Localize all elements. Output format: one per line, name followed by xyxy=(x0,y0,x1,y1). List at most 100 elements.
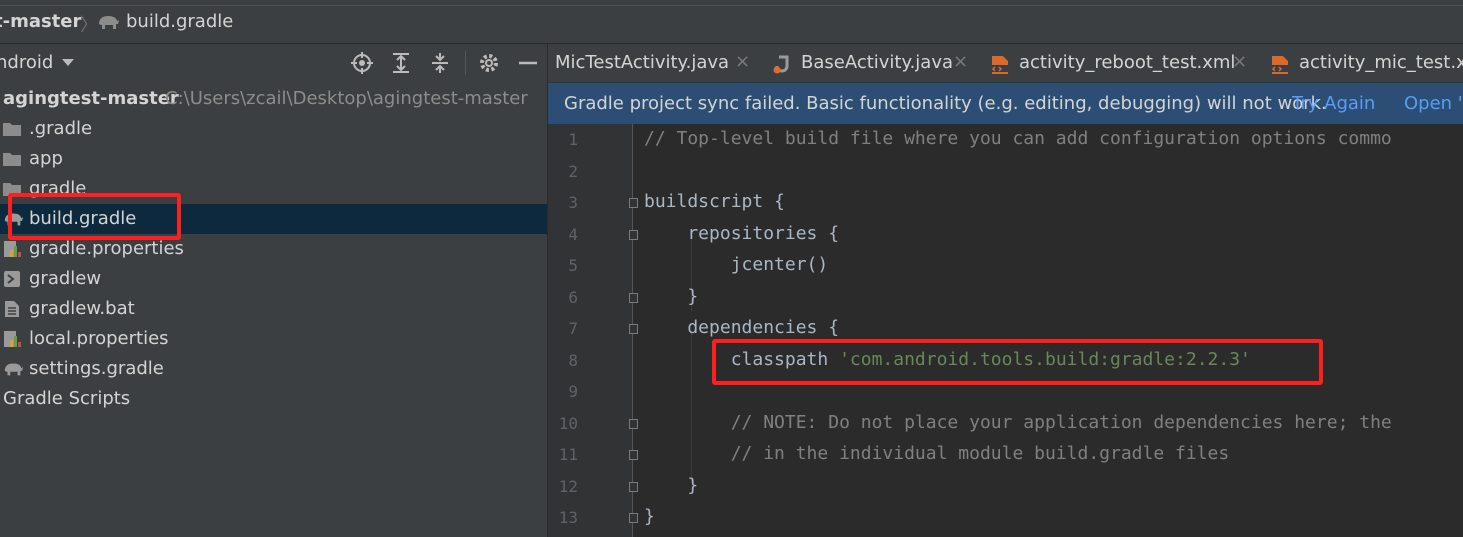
code-text: } xyxy=(644,474,699,496)
code-line: // NOTE: Do not place your application d… xyxy=(644,412,1392,433)
code-line: jcenter() xyxy=(644,254,829,275)
fold-marker-icon[interactable] xyxy=(629,198,638,208)
fold-marker-icon[interactable] xyxy=(629,324,638,334)
code-line: // in the individual module build.gradle… xyxy=(644,443,1230,464)
chevron-down-icon[interactable] xyxy=(62,59,74,66)
expand-all-icon[interactable] xyxy=(389,51,413,75)
highlight-box-classpath xyxy=(712,339,1323,385)
script-file-icon xyxy=(2,270,22,288)
divider xyxy=(0,5,1463,6)
editor-area: MicTestActivity.java × BaseActivity.java… xyxy=(548,44,1463,537)
editor-tabs: MicTestActivity.java × BaseActivity.java… xyxy=(548,44,1463,83)
project-panel-header: ndroid xyxy=(0,44,547,82)
project-view-selector[interactable]: ndroid xyxy=(0,52,53,73)
line-number: 5 xyxy=(568,256,578,275)
line-number: 10 xyxy=(558,413,578,433)
code-line: } xyxy=(644,506,655,527)
tab-label: activity_mic_test.xm xyxy=(1299,52,1463,73)
breadcrumb-file[interactable]: build.gradle xyxy=(126,11,233,32)
gradle-elephant-icon xyxy=(96,13,120,35)
code-text: } xyxy=(644,285,699,307)
tree-item-label: gradlew.bat xyxy=(29,298,135,319)
navigation-bar: t-master 〉 build.gradle xyxy=(0,0,1463,44)
fold-marker-icon[interactable] xyxy=(629,418,638,429)
try-again-link[interactable]: Try Again xyxy=(1292,93,1375,114)
code-text: // Top-level build file where you can ad… xyxy=(644,128,1392,149)
tab-mic-test-activity[interactable]: MicTestActivity.java × xyxy=(548,44,758,82)
tree-item-dot-gradle[interactable]: .gradle xyxy=(0,114,547,144)
code-line: dependencies { xyxy=(644,317,839,338)
tree-item-label: app xyxy=(29,148,63,169)
line-number: 2 xyxy=(568,161,578,181)
tab-label: MicTestActivity.java xyxy=(555,52,730,73)
tree-item-app[interactable]: app xyxy=(0,144,547,174)
breadcrumb-project[interactable]: t-master xyxy=(0,11,81,32)
project-name: agingtest-master xyxy=(3,88,179,109)
xml-file-icon xyxy=(989,54,1011,80)
tree-item-settings-gradle[interactable]: settings.gradle xyxy=(0,354,547,384)
folder-icon xyxy=(2,120,22,138)
highlight-box-build-gradle xyxy=(8,193,181,240)
tab-base-activity[interactable]: BaseActivity.java × xyxy=(768,44,973,82)
minimize-icon[interactable] xyxy=(516,51,540,75)
xml-file-icon xyxy=(1269,54,1291,80)
code-text: // in the individual module build.gradle… xyxy=(644,443,1230,464)
code-line: // Top-level build file where you can ad… xyxy=(644,128,1392,149)
line-number: 1 xyxy=(568,130,578,149)
line-number: 3 xyxy=(568,193,578,212)
tree-item-gradlew[interactable]: gradlew xyxy=(0,264,547,294)
collapse-all-icon[interactable] xyxy=(428,51,452,75)
code-text: } xyxy=(644,506,655,527)
code-line: repositories { xyxy=(644,223,839,244)
fold-marker-icon[interactable] xyxy=(629,450,638,460)
text-file-icon xyxy=(2,300,22,318)
open-link[interactable]: Open ' xyxy=(1404,93,1463,114)
close-icon[interactable]: × xyxy=(953,51,968,72)
code-text: buildscript { xyxy=(644,191,785,212)
java-file-icon xyxy=(772,54,792,78)
line-number: 4 xyxy=(568,224,578,244)
properties-file-icon xyxy=(2,330,22,348)
line-number: 12 xyxy=(558,476,578,496)
tree-item-gradlew-bat[interactable]: gradlew.bat xyxy=(0,294,547,324)
close-icon[interactable]: × xyxy=(735,51,750,72)
tree-item-label: .gradle xyxy=(29,118,93,139)
locate-icon[interactable] xyxy=(350,51,374,75)
tree-item-gradle-scripts[interactable]: Gradle Scripts xyxy=(0,384,547,414)
line-number: 11 xyxy=(558,445,578,464)
code-line: } xyxy=(644,475,698,496)
tree-item-label: settings.gradle xyxy=(29,358,164,379)
tab-label: activity_reboot_test.xml xyxy=(1019,52,1236,73)
gear-icon[interactable] xyxy=(477,51,501,75)
fold-marker-icon[interactable] xyxy=(629,292,638,303)
code-line: buildscript { xyxy=(644,191,785,212)
fold-marker-icon[interactable] xyxy=(629,513,638,523)
close-icon[interactable]: × xyxy=(1232,51,1247,72)
code-text: jcenter() xyxy=(644,254,829,275)
code-text: repositories { xyxy=(644,222,840,244)
fold-marker-icon[interactable] xyxy=(629,229,638,240)
tree-item-label: Gradle Scripts xyxy=(3,388,131,409)
folder-icon xyxy=(2,150,22,168)
line-number: 8 xyxy=(568,350,578,370)
line-number: 9 xyxy=(568,382,578,401)
tree-root[interactable]: agingtest-master C:\Users\zcail\Desktop\… xyxy=(0,84,547,114)
line-number: 6 xyxy=(568,287,578,307)
code-line: } xyxy=(644,286,698,307)
tree-item-label: local.properties xyxy=(29,328,169,349)
line-number: 7 xyxy=(568,319,578,338)
tree-item-label: gradlew xyxy=(29,268,102,289)
tab-activity-reboot-test[interactable]: activity_reboot_test.xml × xyxy=(988,44,1253,82)
gradle-elephant-icon xyxy=(2,360,24,378)
tree-item-label: gradle.properties xyxy=(29,238,184,259)
banner-message: Gradle project sync failed. Basic functi… xyxy=(564,93,1327,114)
sync-failed-banner: Gradle project sync failed. Basic functi… xyxy=(548,83,1463,124)
tab-label: BaseActivity.java xyxy=(801,52,954,73)
tab-activity-mic-test[interactable]: activity_mic_test.xm xyxy=(1268,44,1463,82)
code-text: dependencies { xyxy=(644,317,840,338)
project-panel: ndroid agingtest-master C:\Users\zcail\D… xyxy=(0,44,547,537)
line-number: 13 xyxy=(558,508,578,527)
tree-item-local-properties[interactable]: local.properties xyxy=(0,324,547,354)
toolbar-divider xyxy=(465,51,466,75)
fold-marker-icon[interactable] xyxy=(629,481,638,492)
